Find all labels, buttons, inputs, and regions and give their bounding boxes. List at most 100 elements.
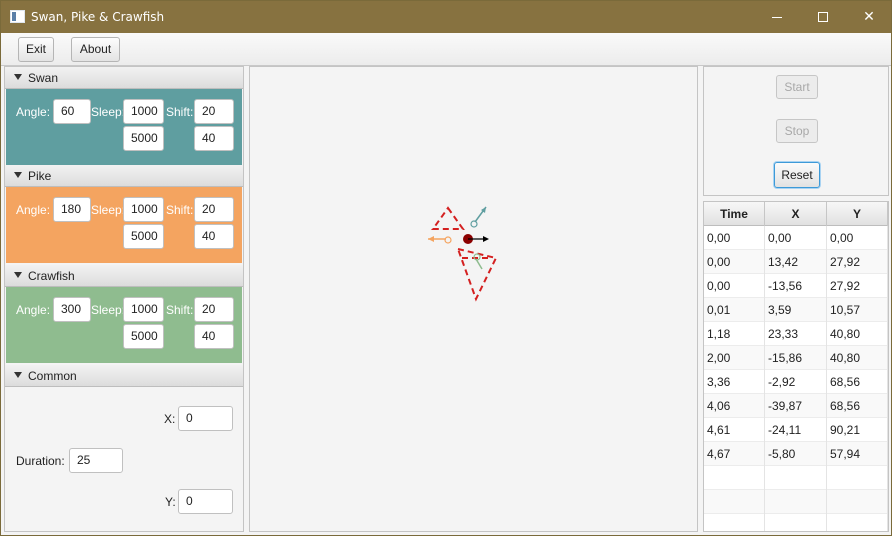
column-header-time[interactable]: Time [704,202,765,226]
angle-label: Angle: [16,303,51,317]
table-row[interactable]: 2,00 -15,86 40,80 [704,346,888,370]
swan-section: Swan Angle: 60 Sleep: 1000 5000 Shift: 2… [5,67,243,167]
window-title: Swan, Pike & Crawfish [31,10,165,24]
section-title: Crawfish [28,269,75,283]
section-title: Common [28,369,77,383]
common-settings: X: 0 Duration: 25 Y: 0 [5,387,243,531]
cart-icon [463,234,489,244]
table-row[interactable]: 0,01 3,59 10,57 [704,298,888,322]
pike-angle-input[interactable]: 180 [53,197,91,222]
crawfish-shift-max-input[interactable]: 40 [194,324,234,349]
collapse-arrow-icon [14,172,22,178]
pike-section-header[interactable]: Pike [5,165,243,187]
simulation-canvas[interactable] [249,66,698,532]
time-cell: 4,67 [704,442,765,466]
minimize-button[interactable] [754,1,800,33]
exit-button[interactable]: Exit [18,37,54,62]
swan-angle-input[interactable]: 60 [53,99,91,124]
table-row-empty [704,466,888,490]
x-input[interactable]: 0 [178,406,233,431]
title-bar: Swan, Pike & Crawfish ✕ [1,1,891,33]
column-header-x[interactable]: X [765,202,827,226]
time-cell: 0,00 [704,274,765,298]
table-row[interactable]: 4,67 -5,80 57,94 [704,442,888,466]
empty-cell [704,466,765,490]
pike-sleep-min-input[interactable]: 1000 [123,197,164,222]
crawfish-angle-input[interactable]: 300 [53,297,91,322]
simulation-drawing [428,206,498,302]
about-button[interactable]: About [71,37,120,62]
settings-panel: Swan Angle: 60 Sleep: 1000 5000 Shift: 2… [4,66,244,532]
start-button[interactable]: Start [776,75,818,99]
y-cell: 90,21 [827,418,888,442]
x-cell: -2,92 [765,370,827,394]
y-cell: 57,94 [827,442,888,466]
maximize-button[interactable] [800,1,846,33]
table-row[interactable]: 4,06 -39,87 68,56 [704,394,888,418]
crawfish-arrow-icon [473,253,483,270]
crawfish-sleep-min-input[interactable]: 1000 [123,297,164,322]
collapse-arrow-icon [14,372,22,378]
empty-cell [765,490,827,514]
y-cell: 27,92 [827,250,888,274]
x-cell: -24,11 [765,418,827,442]
empty-cell [765,514,827,531]
duration-input[interactable]: 25 [69,448,123,473]
sleep-label: Sleep: [91,105,126,119]
maximize-icon [818,12,828,22]
empty-cell [765,466,827,490]
y-cell: 40,80 [827,322,888,346]
y-label: Y: [165,495,176,509]
section-title: Swan [28,71,59,85]
x-label: X: [164,412,176,426]
empty-cell [704,490,765,514]
y-input[interactable]: 0 [178,489,233,514]
controls-panel: Start Stop Reset [703,66,889,196]
table-row-empty [704,490,888,514]
reset-button[interactable]: Reset [774,162,820,188]
angle-label: Angle: [16,105,51,119]
pike-sleep-max-input[interactable]: 5000 [123,224,164,249]
collapse-arrow-icon [14,74,22,80]
table-row[interactable]: 0,00 13,42 27,92 [704,250,888,274]
app-icon [10,10,25,23]
pike-shift-min-input[interactable]: 20 [194,197,234,222]
time-cell: 0,01 [704,298,765,322]
x-cell: -15,86 [765,346,827,370]
time-cell: 2,00 [704,346,765,370]
collapse-arrow-icon [14,272,22,278]
y-cell: 27,92 [827,274,888,298]
stop-button[interactable]: Stop [776,119,818,143]
table-row[interactable]: 4,61 -24,11 90,21 [704,418,888,442]
crawfish-section-header[interactable]: Crawfish [5,265,243,287]
table-row-empty [704,514,888,531]
table-row[interactable]: 0,00 0,00 0,00 [704,226,888,250]
y-cell: 68,56 [827,394,888,418]
crawfish-sleep-max-input[interactable]: 5000 [123,324,164,349]
swan-section-header[interactable]: Swan [5,67,243,89]
empty-cell [827,490,888,514]
duration-label: Duration: [16,454,65,468]
close-button[interactable]: ✕ [846,1,892,33]
time-cell: 0,00 [704,250,765,274]
swan-arrow-icon [470,206,487,228]
minimize-icon [772,16,782,18]
positions-table[interactable]: Time X Y 0,00 0,00 0,00 0,00 13,42 27,92… [703,201,889,532]
x-cell: 13,42 [765,250,827,274]
common-section-header[interactable]: Common [5,365,243,387]
pike-shift-max-input[interactable]: 40 [194,224,234,249]
time-cell: 0,00 [704,226,765,250]
swan-shift-max-input[interactable]: 40 [194,126,234,151]
swan-sleep-min-input[interactable]: 1000 [123,99,164,124]
table-row[interactable]: 1,18 23,33 40,80 [704,322,888,346]
swan-sleep-max-input[interactable]: 5000 [123,126,164,151]
swan-shift-min-input[interactable]: 20 [194,99,234,124]
pike-arrow-icon [428,236,452,244]
column-header-y[interactable]: Y [827,202,888,226]
table-row[interactable]: 3,36 -2,92 68,56 [704,370,888,394]
cart-trail [431,206,498,302]
crawfish-shift-min-input[interactable]: 20 [194,297,234,322]
toolbar: Exit About [1,33,891,66]
empty-cell [827,514,888,531]
table-row[interactable]: 0,00 -13,56 27,92 [704,274,888,298]
